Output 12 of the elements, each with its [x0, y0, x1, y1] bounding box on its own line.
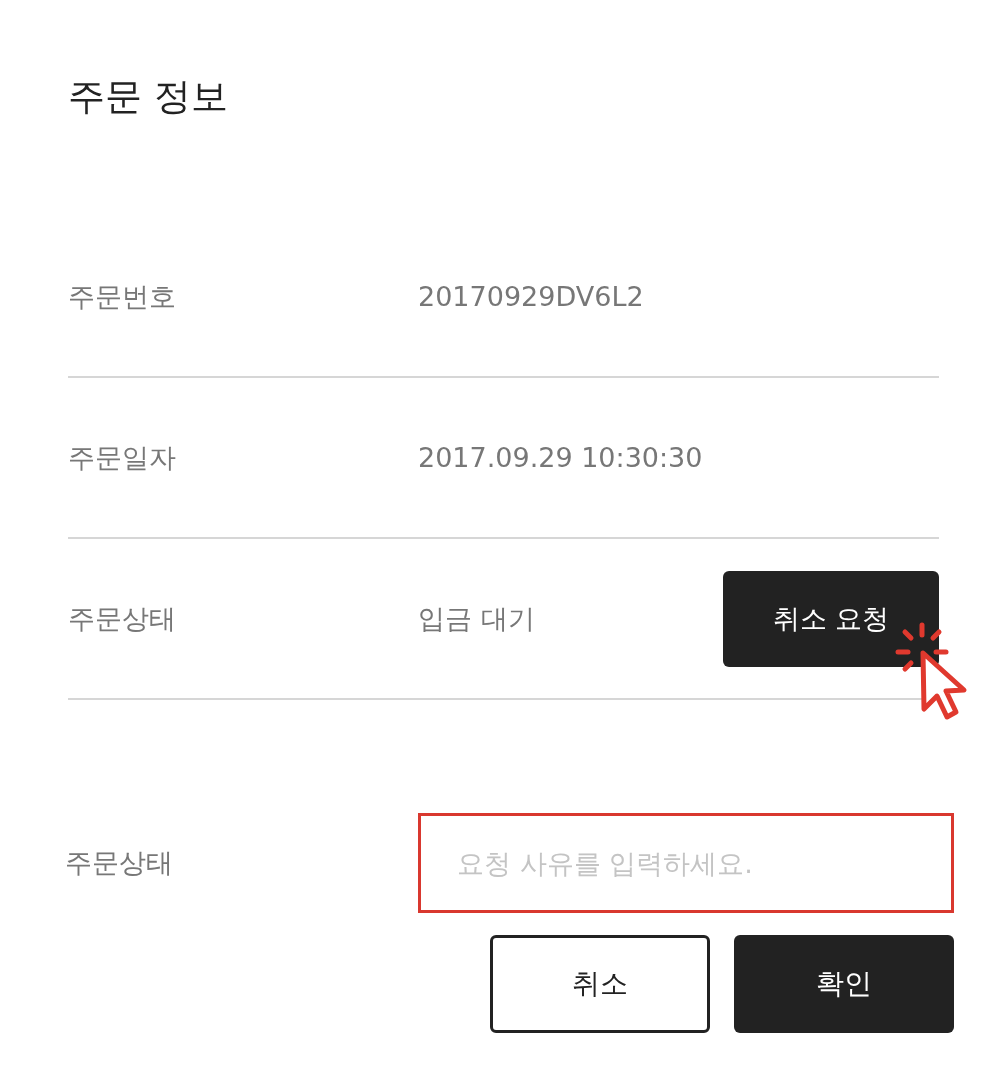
field-value: 입금 대기 [418, 602, 535, 634]
cancel-button[interactable]: 취소 [490, 935, 710, 1033]
confirm-button[interactable]: 확인 [734, 935, 954, 1033]
field-label: 주문일자 [68, 441, 176, 473]
page-title: 주문 정보 [68, 74, 228, 120]
cancel-request-button[interactable]: 취소 요청 [723, 570, 939, 667]
field-value: 2017.09.29 10:30:30 [418, 442, 703, 473]
field-label: 주문상태 [65, 847, 173, 878]
field-label: 주문상태 [68, 602, 176, 634]
field-value: 20170929DV6L2 [418, 281, 644, 312]
field-label: 주문번호 [68, 280, 176, 312]
reason-input-field[interactable]: 요청 사유를 입력하세요. [418, 813, 954, 913]
